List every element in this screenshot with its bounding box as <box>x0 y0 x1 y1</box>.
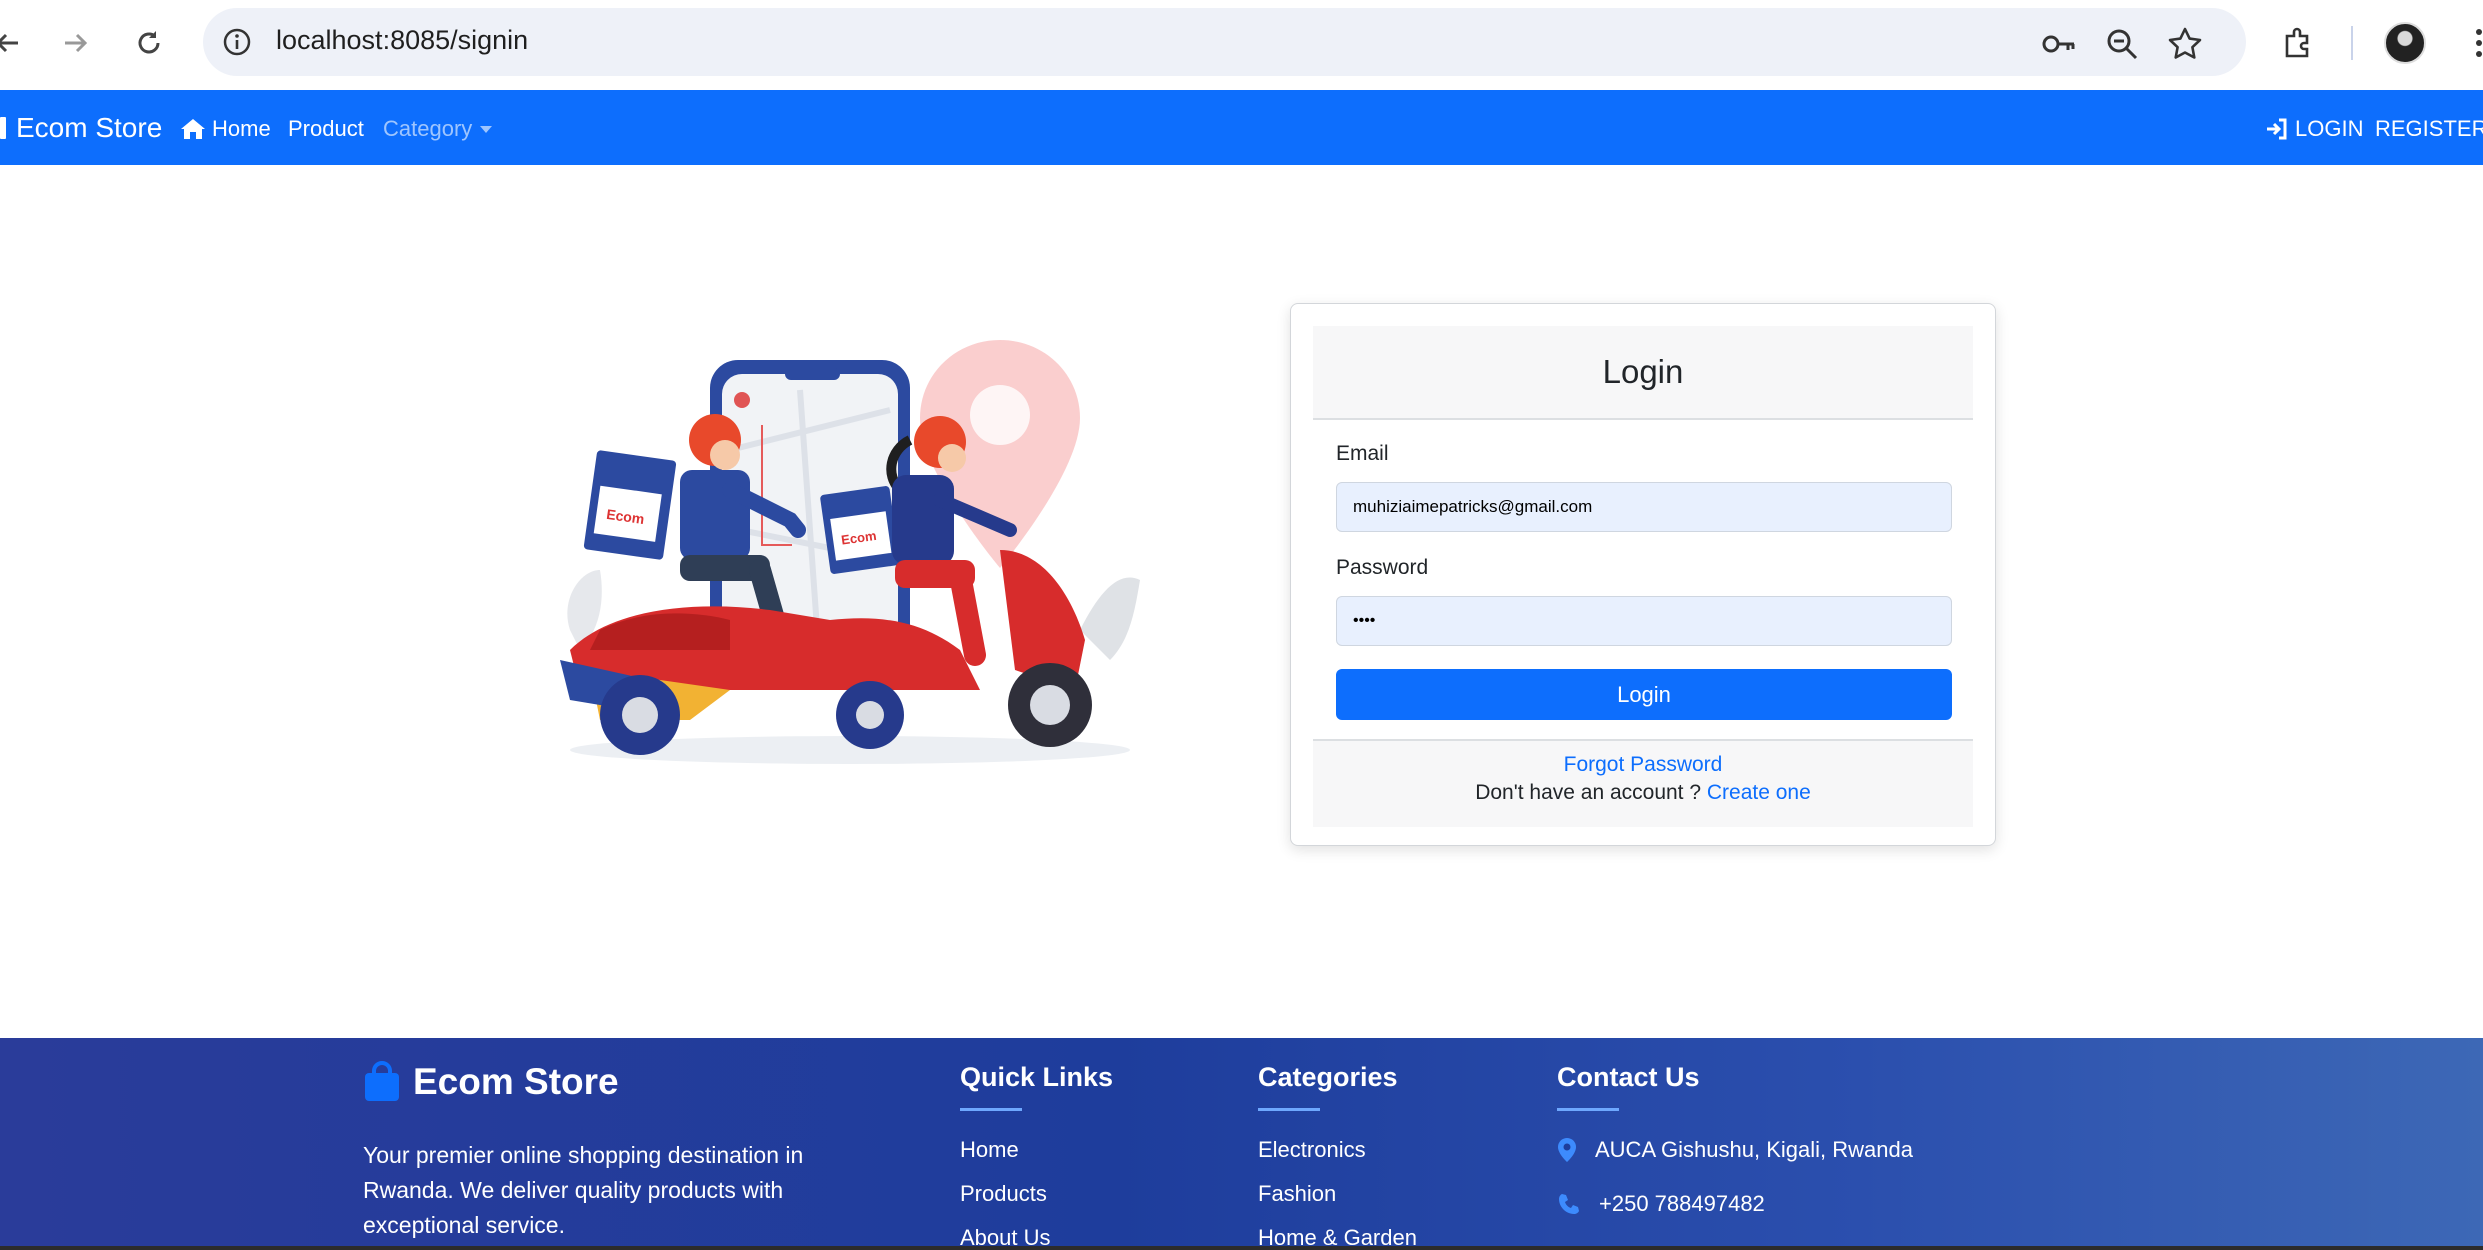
footer-category-fashion[interactable]: Fashion <box>1258 1181 1336 1207</box>
footer-link-home[interactable]: Home <box>960 1137 1019 1163</box>
login-card: Login Email muhiziaimepatricks@gmail.com… <box>1290 303 1996 846</box>
contact-title: Contact Us <box>1557 1062 1700 1092</box>
nav-register[interactable]: REGISTER <box>2375 116 2483 142</box>
footer-phone: +250 788497482 <box>1557 1191 1765 1217</box>
footer-category-electronics[interactable]: Electronics <box>1258 1137 1366 1163</box>
more-menu-icon[interactable] <box>2458 22 2483 64</box>
email-label: Email <box>1336 442 1389 465</box>
forward-arrow-icon[interactable] <box>55 22 97 64</box>
footer-address: AUCA Gishushu, Kigali, Rwanda <box>1557 1137 1913 1163</box>
zoom-icon[interactable] <box>2104 26 2140 62</box>
nav-product-label[interactable]: Product <box>288 116 364 142</box>
categories-heading: Categories <box>1258 1062 1398 1111</box>
footer-brand-label: Ecom Store <box>413 1061 619 1102</box>
shopping-bag-icon <box>365 1061 399 1101</box>
delivery-scooter-illustration: Ecom Ecom <box>540 330 1160 770</box>
nav-category-label[interactable]: Category <box>383 116 472 142</box>
heading-underline <box>960 1108 1022 1111</box>
brand-label[interactable]: Ecom Store <box>16 112 162 144</box>
contact-heading: Contact Us <box>1557 1062 1700 1111</box>
address-text: AUCA Gishushu, Kigali, Rwanda <box>1595 1137 1913 1162</box>
categories-title: Categories <box>1258 1062 1398 1092</box>
quick-links-title: Quick Links <box>960 1062 1114 1092</box>
heading-underline <box>1258 1108 1320 1111</box>
forgot-password-link[interactable]: Forgot Password <box>1564 753 1723 776</box>
cart-icon <box>0 117 6 139</box>
nav-login[interactable]: LOGIN <box>2265 116 2363 142</box>
map-pin-icon <box>1558 1138 1576 1162</box>
navbar-brand[interactable]: Ecom Store <box>0 112 162 144</box>
nav-login-label[interactable]: LOGIN <box>2295 116 2363 142</box>
no-account-text: Don't have an account ? <box>1475 781 1702 804</box>
email-field[interactable]: muhiziaimepatricks@gmail.com <box>1336 482 1952 532</box>
footer-brand: Ecom Store <box>363 1061 619 1103</box>
url-text[interactable]: localhost:8085/signin <box>276 25 528 56</box>
address-bar[interactable]: localhost:8085/signin <box>203 8 2246 76</box>
login-submit-button[interactable]: Login <box>1336 669 1952 720</box>
password-key-icon[interactable] <box>2041 26 2077 62</box>
nav-category-dropdown[interactable]: Category <box>383 116 493 142</box>
profile-avatar[interactable] <box>2384 22 2426 64</box>
footer-link-products[interactable]: Products <box>960 1181 1047 1207</box>
home-icon <box>181 119 205 139</box>
sign-in-icon <box>2267 118 2287 140</box>
reload-icon[interactable] <box>128 22 170 64</box>
toolbar-divider <box>2351 26 2353 60</box>
phone-text: +250 788497482 <box>1599 1191 1765 1216</box>
app-navbar: Ecom Store Home Product Category LOGIN R… <box>0 90 2483 165</box>
quick-links-heading: Quick Links <box>960 1062 1114 1111</box>
nav-register-label[interactable]: REGISTER <box>2375 116 2483 142</box>
page: localhost:8085/signin Ecom Store Home Pr… <box>0 0 2483 1250</box>
nav-home[interactable]: Home <box>180 116 271 142</box>
password-label: Password <box>1336 556 1429 579</box>
site-info-icon[interactable] <box>221 26 253 58</box>
create-account-link[interactable]: Create one <box>1707 781 1811 804</box>
back-arrow-icon[interactable] <box>0 22 28 64</box>
login-title: Login <box>1602 353 1684 390</box>
chevron-down-icon <box>480 125 493 133</box>
bookmark-star-icon[interactable] <box>2167 26 2203 62</box>
nav-home-label[interactable]: Home <box>212 116 271 142</box>
login-card-footer: Forgot Password Don't have an account ? … <box>1313 739 1973 827</box>
taskbar-edge <box>0 1246 2483 1250</box>
password-field[interactable]: •••• <box>1336 596 1952 646</box>
nav-product[interactable]: Product <box>288 116 364 142</box>
login-card-header: Login <box>1313 326 1973 420</box>
heading-underline <box>1557 1108 1619 1111</box>
phone-icon <box>1559 1194 1579 1214</box>
browser-toolbar: localhost:8085/signin <box>0 0 2483 90</box>
footer-description: Your premier online shopping destination… <box>363 1142 804 1238</box>
site-footer: Ecom Store Your premier online shopping … <box>0 1038 2483 1250</box>
extensions-icon[interactable] <box>2277 22 2319 64</box>
